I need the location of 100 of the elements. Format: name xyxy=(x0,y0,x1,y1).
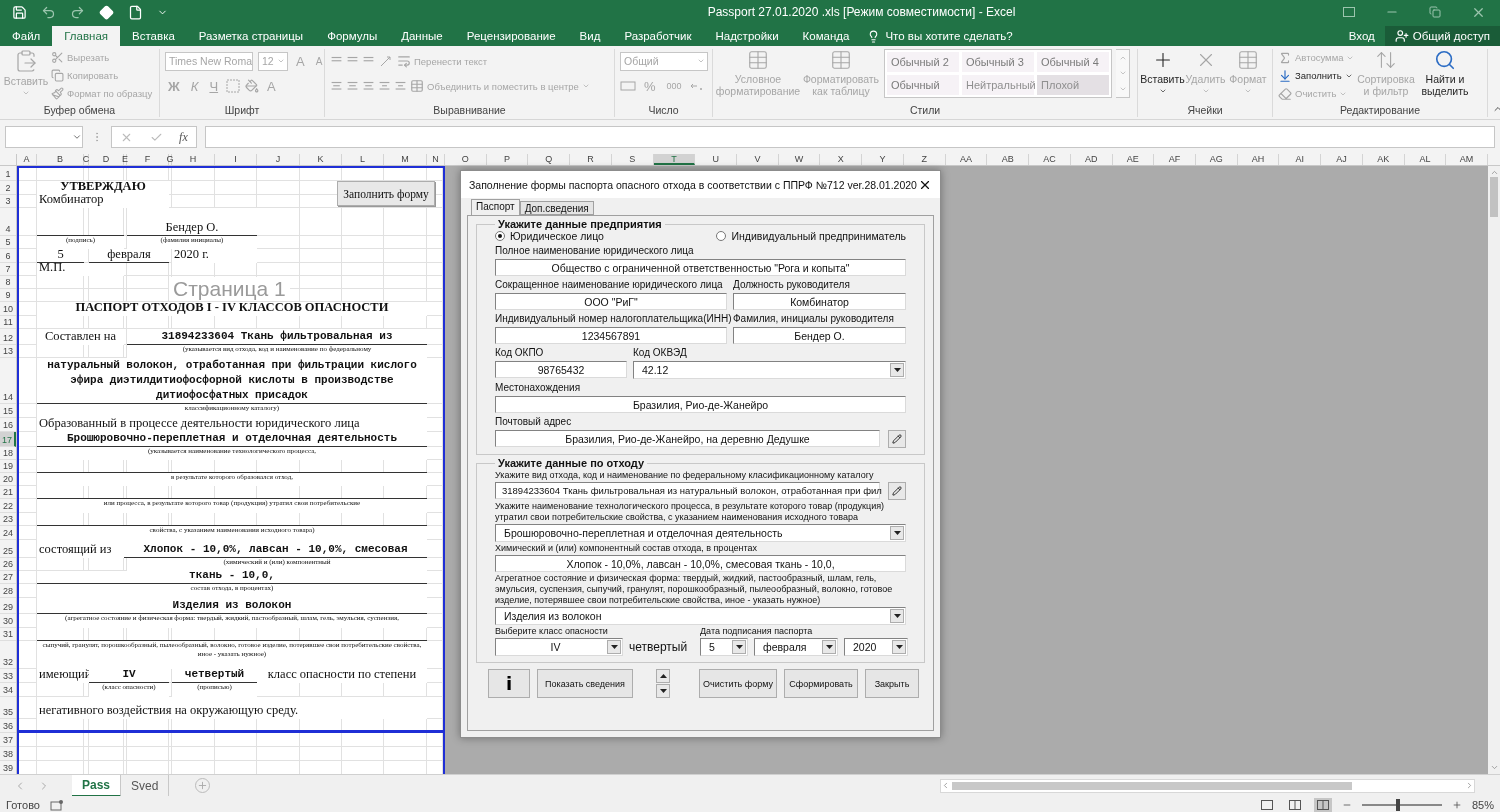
row-header[interactable]: 2 xyxy=(0,181,16,195)
column-header[interactable]: U xyxy=(695,154,738,165)
column-header[interactable]: H xyxy=(172,154,215,165)
row-header[interactable]: 24 xyxy=(0,526,16,540)
row-header[interactable]: 18 xyxy=(0,447,16,460)
column-header[interactable]: V xyxy=(737,154,779,165)
column-header[interactable]: AC xyxy=(1029,154,1071,165)
column-header[interactable]: AB xyxy=(987,154,1030,165)
column-header[interactable]: AI xyxy=(1279,154,1322,165)
ribbon-tab[interactable]: Главная xyxy=(52,26,121,46)
column-header[interactable]: W xyxy=(778,154,821,165)
find-select-button[interactable]: Найти и выделить xyxy=(1417,49,1473,97)
column-header[interactable]: AK xyxy=(1362,154,1405,165)
column-header[interactable]: K xyxy=(300,154,342,165)
restore-icon[interactable] xyxy=(1429,6,1441,18)
close-button[interactable]: Закрыть xyxy=(865,669,919,698)
row-header[interactable]: 35 xyxy=(0,697,16,719)
row-header[interactable]: 36 xyxy=(0,719,16,733)
column-header[interactable]: C xyxy=(84,154,89,165)
row-header[interactable]: 26 xyxy=(0,558,16,571)
sign-in-link[interactable]: Вход xyxy=(1338,26,1385,46)
row-header[interactable]: 31 xyxy=(0,628,16,641)
ribbon-tab[interactable]: Вид xyxy=(567,26,613,46)
text-field[interactable]: Комбинатор xyxy=(733,293,906,310)
column-header[interactable]: A xyxy=(17,154,37,165)
column-header[interactable]: Y xyxy=(862,154,904,165)
column-header[interactable]: AM xyxy=(1446,154,1488,165)
row-header[interactable]: 20 xyxy=(0,473,16,486)
editing-action[interactable]: Заполнить xyxy=(1278,67,1355,84)
text-field[interactable]: Хлопок - 10,0%, лавсан - 10,0%, смесовая ткань - 10,0, xyxy=(495,555,906,572)
row-header[interactable]: 8 xyxy=(0,276,16,289)
info-button[interactable]: i xyxy=(488,669,530,698)
diamond-icon[interactable] xyxy=(99,4,114,20)
ribbon-tab[interactable]: Данные xyxy=(389,26,455,46)
row-header[interactable]: 13 xyxy=(0,345,16,358)
column-header[interactable]: AG xyxy=(1195,154,1238,165)
generate-button[interactable]: Сформировать xyxy=(784,669,858,698)
combo-box[interactable]: февраля xyxy=(754,638,838,656)
column-header[interactable]: G xyxy=(169,154,172,165)
radio-option[interactable]: Индивидуальный предприниматель xyxy=(716,230,906,242)
tell-me-field[interactable]: Что вы хотите сделать? xyxy=(867,26,1013,46)
vertical-scrollbar[interactable] xyxy=(1488,166,1500,774)
combo-box[interactable]: IV xyxy=(495,638,623,656)
row-header[interactable]: 38 xyxy=(0,747,16,761)
undo-icon[interactable] xyxy=(41,4,56,20)
ribbon-tab[interactable]: Надстройки xyxy=(703,26,791,46)
show-details-button[interactable]: Показать сведения xyxy=(537,669,633,698)
column-header[interactable]: X xyxy=(820,154,863,165)
ribbon-tab[interactable]: Вставка xyxy=(120,26,187,46)
fill-form-button[interactable]: Заполнить форму xyxy=(337,181,435,206)
redo-icon[interactable] xyxy=(70,4,85,20)
clear-form-button[interactable]: Очистить форму xyxy=(699,669,777,698)
share-button[interactable]: Общий доступ xyxy=(1384,26,1500,46)
row-header[interactable]: 23 xyxy=(0,513,16,526)
column-header[interactable]: P xyxy=(486,154,529,165)
text-field[interactable]: ООО "РиГ" xyxy=(495,293,727,310)
column-header[interactable]: I xyxy=(215,154,257,165)
horizontal-scrollbar[interactable] xyxy=(940,778,1475,793)
view-button[interactable] xyxy=(1313,798,1332,812)
row-header[interactable]: 14 xyxy=(0,358,16,404)
column-header[interactable]: T xyxy=(653,154,696,165)
column-header[interactable]: AL xyxy=(1404,154,1447,165)
dialog-tab[interactable]: Паспорт xyxy=(471,199,520,215)
row-header[interactable]: 6 xyxy=(0,249,16,263)
ribbon-tab[interactable]: Формулы xyxy=(315,26,390,46)
combo-box[interactable]: 2020 xyxy=(844,638,908,656)
row-header[interactable]: 28 xyxy=(0,584,16,598)
sheet-tab[interactable]: Pass xyxy=(72,774,122,797)
formula-field[interactable] xyxy=(205,126,1495,148)
column-header[interactable]: N xyxy=(427,154,445,165)
column-header[interactable]: E xyxy=(124,154,127,165)
scrollbar-thumb[interactable] xyxy=(1490,177,1498,217)
column-header[interactable]: Z xyxy=(903,154,946,165)
column-header[interactable]: B xyxy=(37,154,84,165)
radio-option[interactable]: Юридическое лицо xyxy=(495,230,604,242)
text-field[interactable]: 31894233604 Ткань фильтровальная из натуральный волокон, отработанная при фил xyxy=(495,482,880,499)
insert-function-button[interactable]: fx xyxy=(179,129,188,145)
column-header[interactable]: S xyxy=(611,154,654,165)
edit-button[interactable] xyxy=(888,482,906,500)
combo-box[interactable]: Брошюровочно-переплетная и отделочная деятельность xyxy=(495,524,906,542)
row-header[interactable]: 34 xyxy=(0,683,16,697)
row-header[interactable]: 1 xyxy=(0,166,16,181)
text-field[interactable]: 98765432 xyxy=(495,361,627,378)
row-header[interactable]: 27 xyxy=(0,571,16,584)
column-header[interactable]: J xyxy=(257,154,300,165)
combo-box[interactable]: 42.12 xyxy=(633,361,906,379)
row-header[interactable]: 12 xyxy=(0,329,16,345)
column-header[interactable]: L xyxy=(342,154,384,165)
spin-button[interactable] xyxy=(656,669,670,698)
column-header[interactable]: AJ xyxy=(1321,154,1363,165)
column-header[interactable]: AF xyxy=(1154,154,1196,165)
text-field[interactable]: Общество с ограниченной ответственностью "Рога и копыта" xyxy=(495,259,906,276)
row-header[interactable]: 17 xyxy=(0,432,16,447)
column-header[interactable]: AD xyxy=(1070,154,1113,165)
row-header[interactable]: 11 xyxy=(0,316,16,329)
column-header[interactable]: AA xyxy=(945,154,988,165)
row-header[interactable]: 29 xyxy=(0,598,16,614)
zoom-in-icon[interactable] xyxy=(1451,800,1462,810)
text-field[interactable]: 1234567891 xyxy=(495,327,727,344)
column-header[interactable]: O xyxy=(445,154,487,165)
